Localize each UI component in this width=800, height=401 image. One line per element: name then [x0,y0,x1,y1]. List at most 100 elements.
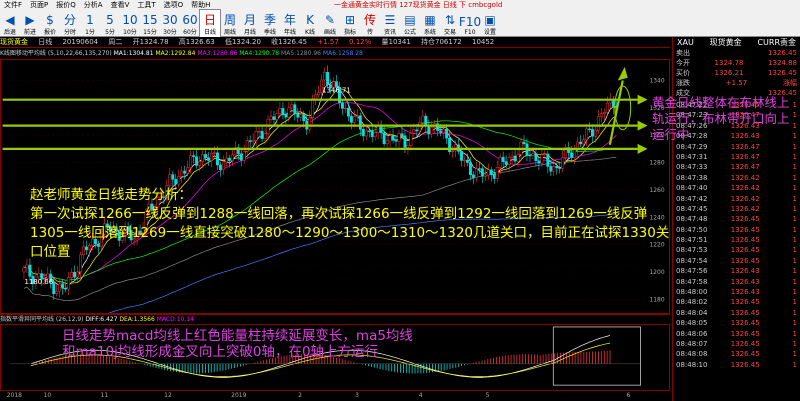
toolbar-label: 月线 [243,29,256,36]
candle [210,153,213,161]
candle [204,154,207,159]
candle [400,133,404,137]
toolbar-button-13[interactable]: 季季线 [260,10,280,37]
toolbar-button-23[interactable]: F10 F10 [459,10,481,37]
toolbar-button-1[interactable]: ▶ 前进 [20,10,40,37]
macd-name[interactable]: 指数平滑异同平均线 (26,12,9) [0,316,84,323]
candle [189,155,193,168]
candle [466,159,469,163]
toolbar-button-12[interactable]: 月月线 [240,10,260,37]
ma-name[interactable]: K线图移动平均线 (5,10,22,66,135,270) [0,50,112,57]
candle [558,167,562,169]
toolbar-icon: ⊞ [344,13,356,27]
toolbar-button-0[interactable]: ◀ 后退 [0,10,20,37]
toolbar-button-6[interactable]: 10 10分 [120,10,140,37]
tick-time: 08:47:51 [676,236,708,245]
toolbar-label: 后退 [3,29,16,36]
toolbar-button-22[interactable]: ⇅ 交易 [440,10,460,37]
tick-time: 08:47:40 [676,184,708,193]
candle [37,273,41,278]
menu-view[interactable]: 查看V [107,0,134,10]
toolbar-button-14[interactable]: 年年线 [280,10,300,37]
quote-row-label: 涨跌 [676,79,690,87]
tick-volume: 1 [792,184,797,193]
analysis-line: 赵老师黄金日线走势分析： [30,187,192,203]
menu-page[interactable]: 页面P [26,0,52,10]
candle [248,140,252,142]
toolbar: ◀ 后退 ▶ 前进 $ 报价分分时 1 1分 5 5分 10 10分 15 15分 30 30分 60 60分日日… [0,9,800,38]
toolbar-button-21[interactable]: ▦ 系统 [420,10,440,37]
candle [73,272,76,278]
volume-label: 量10341 [381,38,411,46]
candle [221,161,225,170]
candle [186,167,190,174]
date-tick: 12 [164,392,172,399]
candle [397,133,401,142]
candle [364,130,368,137]
toolbar-button-16[interactable]: ✎ 画线 [320,10,340,37]
menu-tools[interactable]: 工具T [133,0,159,10]
tick-time: 08:47:31 [676,152,708,161]
tick-time: 08:47:38 [676,173,708,182]
candle [207,157,210,161]
quote-name: 现货黄金 [709,38,742,47]
tick-volume: 1 [792,308,797,317]
toolbar-button-18[interactable]: 传传 [360,10,380,37]
tick-time: 08:47:53 [676,246,708,255]
candle [439,130,443,133]
change-label: +1.57 [317,38,339,46]
tick-volume: 1 [792,204,797,213]
toolbar-icon: 1 [86,13,94,27]
menu-quote[interactable]: 报价Q [52,0,80,10]
menu-file[interactable]: 文件F [0,0,26,10]
date-tick: 2 [298,392,302,399]
candle [215,152,219,166]
candle [552,165,556,172]
toolbar-button-5[interactable]: 5 5分 [100,10,120,37]
toolbar-button-11[interactable]: 周周线 [220,10,240,37]
menu-options[interactable]: 选项O [160,0,188,10]
quote-header: XAU 现货黄金 CURR责金 [673,37,800,48]
date-axis: 2018 10 11 12 2019 2 3 4 5 6 [0,391,670,401]
date-tick: 5 [485,392,490,399]
candle [510,155,514,158]
menu-help[interactable]: 帮助H [187,0,214,10]
toolbar-button-7[interactable]: 15 15分 [140,10,160,37]
toolbar-button-8[interactable]: 30 30分 [160,10,180,37]
toolbar-button-9[interactable]: 60 60分 [180,10,200,37]
toolbar-label: 60分 [183,29,197,36]
toolbar-button-17[interactable]: ⊞ 指标 [340,10,360,37]
chart-title-bar: 现货黄金 日线 20190604 周二 开1324.78 高1326.63 低1… [0,37,670,48]
toolbar-icon: 周 [223,13,236,27]
tick-time: 08:47:48 [676,215,708,224]
candle [296,113,300,118]
toolbar-button-15[interactable]: K K线 [300,10,320,37]
candle [308,117,312,130]
toolbar-button-24[interactable]: ▣ 设置 [480,10,500,37]
tick-row: 08:48:06 1326.45 1 [673,329,800,339]
toolbar-button-3[interactable]: 分分时 [60,10,80,37]
candle [504,161,508,165]
toolbar-button-2[interactable]: $ 报价 [40,10,60,37]
candle [489,169,493,176]
toolbar-button-10[interactable]: 日日线 [199,9,221,38]
candle [239,153,243,161]
tick-row: 08:47:45 1326.42 1 [673,204,800,214]
toolbar-button-19[interactable]: ☰ 资讯 [380,10,400,37]
tick-time: 08:47:33 [676,163,708,172]
toolbar-button-4[interactable]: 1 1分 [80,10,100,37]
candle [534,153,538,162]
candle [269,116,273,120]
ma-indicator-line: K线图移动平均线 (5,10,22,66,135,270) MA1:1304.8… [0,49,670,59]
candle [463,159,466,162]
tick-volume: 1 [792,173,797,182]
weekday-label: 周二 [108,38,123,46]
tick-row: 08:47:56 1326.43 1 [673,266,800,276]
toolbar-label: 资讯 [383,29,396,36]
toolbar-button-20[interactable]: ▤ 公式 [400,10,420,37]
quote-row: 涨跌 +1.57 涨幅 [673,78,800,88]
bollinger-analysis-text: 黄金日线整体在布林线上轨运行，布林带开口向上运行中 [652,95,790,142]
toolbar-icon: ◀ [5,13,15,27]
menu-analysis[interactable]: 分析A [80,0,107,10]
tick-volume: 1 [792,319,797,328]
